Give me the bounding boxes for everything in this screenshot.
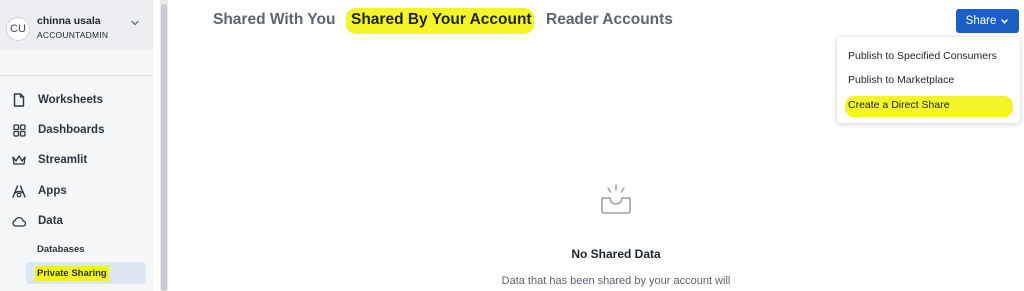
grid-icon (12, 123, 26, 137)
document-icon (12, 93, 26, 107)
sidebar-item-worksheets[interactable]: Worksheets (0, 88, 153, 112)
menu-item-create-direct-share[interactable]: Create a Direct Share (848, 99, 950, 111)
sidebar-item-data[interactable]: Data (0, 209, 153, 233)
crown-icon (12, 153, 26, 167)
user-name: chinna usala (37, 15, 101, 27)
empty-state-title: No Shared Data (571, 247, 661, 261)
share-button-label: Share (965, 15, 997, 27)
tab-reader-accounts[interactable]: Reader Accounts (546, 11, 673, 29)
chevron-down-icon (1001, 18, 1009, 24)
share-menu: Publish to Specified Consumers Publish t… (837, 37, 1020, 123)
sidebar-item-dashboards[interactable]: Dashboards (0, 118, 153, 142)
sidebar-divider (0, 75, 153, 76)
tab-shared-by-your-account[interactable]: Shared By Your Account (351, 11, 532, 29)
sidebar-item-label: Dashboards (38, 124, 105, 136)
inbox-icon (601, 184, 631, 214)
sidebar-item-label: Streamlit (38, 154, 88, 166)
menu-item-publish-marketplace[interactable]: Publish to Marketplace (848, 74, 954, 86)
sidebar-item-label: Apps (38, 185, 67, 197)
sidebar-item-label: Worksheets (38, 94, 103, 106)
sidebar-item-label: Data (38, 215, 63, 227)
apps-icon (12, 184, 26, 198)
menu-item-publish-specified[interactable]: Publish to Specified Consumers (848, 50, 997, 62)
cloud-icon (12, 214, 26, 228)
tab-shared-with-you[interactable]: Shared With You (213, 11, 335, 29)
empty-state-description: Data that has been shared by your accoun… (501, 275, 731, 287)
user-menu[interactable]: CU chinna usala ACCOUNTADMIN (0, 0, 153, 50)
share-button[interactable]: Share (956, 9, 1019, 33)
chevron-down-icon (131, 20, 139, 26)
user-role: ACCOUNTADMIN (37, 30, 109, 40)
avatar: CU (6, 17, 30, 41)
sidebar-item-streamlit[interactable]: Streamlit (0, 148, 153, 172)
sidebar-item-apps[interactable]: Apps (0, 179, 153, 203)
